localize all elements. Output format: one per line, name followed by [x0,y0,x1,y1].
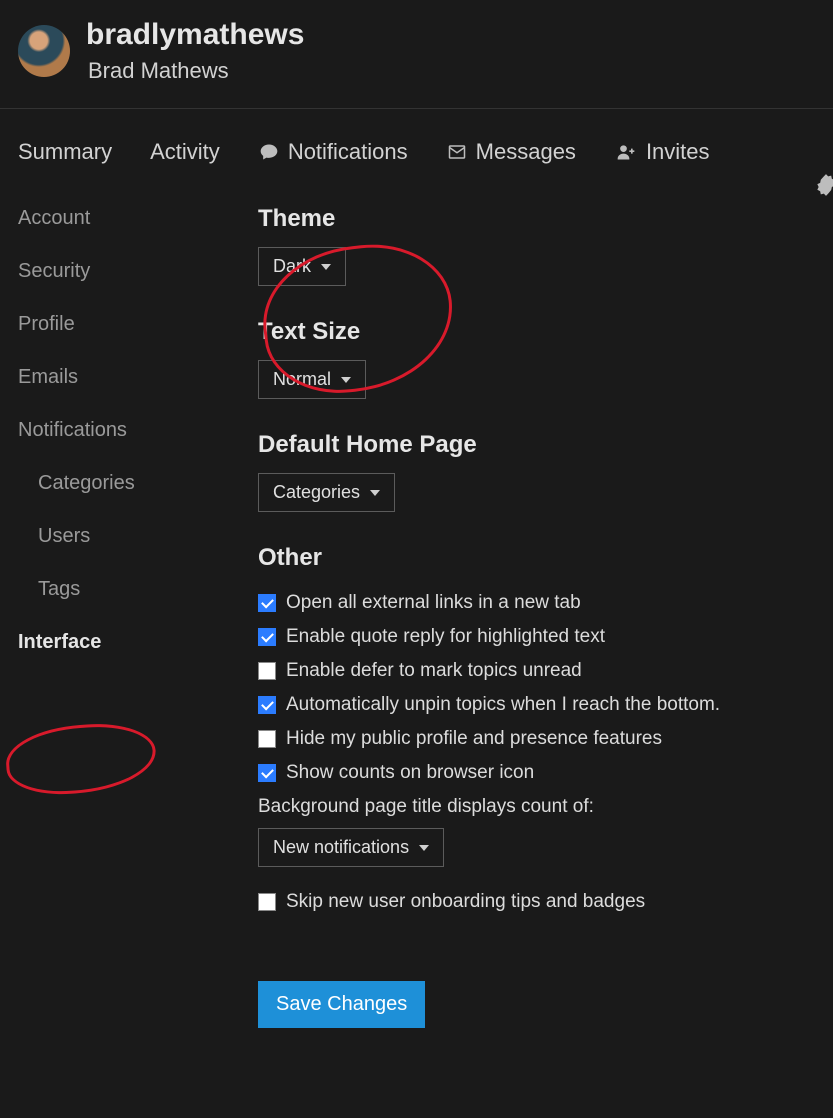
tab-messages[interactable]: Messages [446,139,576,165]
sidebar-item-emails[interactable]: Emails [18,366,218,389]
bg-title-label: Background page title displays count of: [258,790,815,828]
envelope-icon [446,143,468,161]
checkbox-external-links[interactable] [258,594,276,612]
profile-header: bradlymathews Brad Mathews [0,0,833,109]
sidebar-item-security[interactable]: Security [18,260,218,283]
username: bradlymathews [86,18,304,52]
avatar[interactable] [18,25,70,77]
tab-activity[interactable]: Activity [150,139,220,165]
other-section: Other Open all external links in a new t… [258,544,815,919]
checkbox-quote-reply[interactable] [258,628,276,646]
user-text: bradlymathews Brad Mathews [86,18,304,84]
caret-down-icon [341,377,351,383]
homepage-section: Default Home Page Categories [258,431,815,512]
other-title: Other [258,544,815,572]
tab-summary[interactable]: Summary [18,139,112,165]
save-changes-button[interactable]: Save Changes [258,981,425,1028]
sidebar-item-notifications[interactable]: Notifications [18,419,218,442]
bg-title-dropdown[interactable]: New notifications [258,828,444,867]
caret-down-icon [321,264,331,270]
sidebar-item-users[interactable]: Users [18,525,218,548]
checkbox-auto-unpin[interactable] [258,696,276,714]
option-auto-unpin: Automatically unpin topics when I reach … [258,688,815,722]
caret-down-icon [370,490,380,496]
checkbox-defer-unread[interactable] [258,662,276,680]
sidebar-item-account[interactable]: Account [18,207,218,230]
tab-notifications[interactable]: Notifications [258,139,408,165]
settings-main: Theme Dark Text Size Normal Default Home… [258,201,815,1028]
sidebar-item-tags[interactable]: Tags [18,578,218,601]
checkbox-hide-profile[interactable] [258,730,276,748]
theme-title: Theme [258,205,815,233]
tab-invites[interactable]: Invites [614,139,710,165]
textsize-title: Text Size [258,318,815,346]
top-tabs: Summary Activity Notifications Messages … [0,109,833,195]
user-plus-icon [614,142,638,162]
sidebar-item-interface[interactable]: Interface [18,631,218,654]
sidebar-item-categories[interactable]: Categories [18,472,218,495]
theme-dropdown[interactable]: Dark [258,247,346,286]
homepage-dropdown[interactable]: Categories [258,473,395,512]
homepage-title: Default Home Page [258,431,815,459]
user-fullname: Brad Mathews [86,58,304,84]
settings-sidebar: Account Security Profile Emails Notifica… [18,201,218,1028]
option-counts-icon: Show counts on browser icon [258,756,815,790]
option-defer-unread: Enable defer to mark topics unread [258,654,815,688]
theme-section: Theme Dark [258,205,815,286]
option-skip-onboarding: Skip new user onboarding tips and badges [258,885,815,919]
checkbox-skip-onboarding[interactable] [258,893,276,911]
sidebar-item-profile[interactable]: Profile [18,313,218,336]
option-quote-reply: Enable quote reply for highlighted text [258,620,815,654]
caret-down-icon [419,845,429,851]
comment-icon [258,142,280,162]
textsize-section: Text Size Normal [258,318,815,399]
checkbox-counts-icon[interactable] [258,764,276,782]
option-hide-profile: Hide my public profile and presence feat… [258,722,815,756]
option-external-links: Open all external links in a new tab [258,586,815,620]
textsize-dropdown[interactable]: Normal [258,360,366,399]
